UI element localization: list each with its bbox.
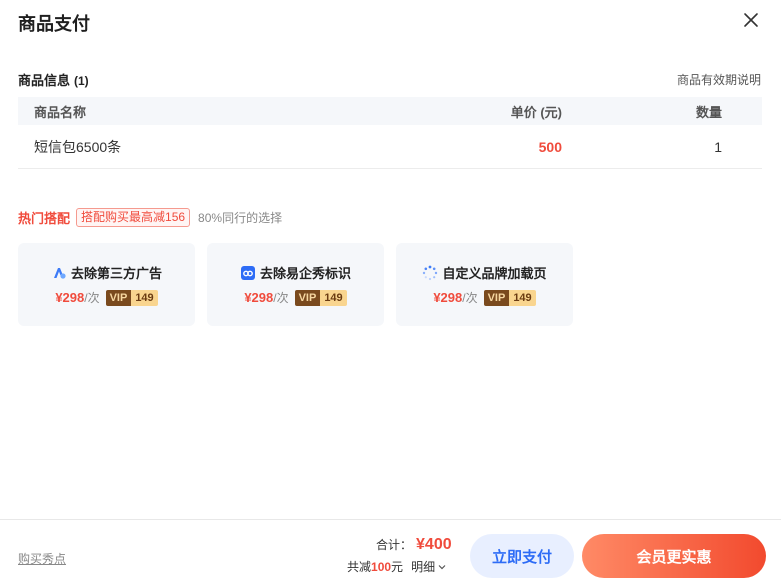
total-amount: ¥400 — [416, 536, 452, 553]
validity-link[interactable]: 商品有效期说明 — [677, 71, 761, 88]
product-count: (1) — [74, 74, 89, 88]
addon-title: 去除第三方广告 — [70, 266, 162, 281]
dialog-header: 商品支付 — [0, 0, 781, 44]
product-info-label: 商品信息 — [18, 73, 71, 88]
column-header-name: 商品名称 — [34, 104, 87, 120]
addon-unit: /次 — [462, 291, 478, 305]
vip-label: VIP — [294, 289, 321, 306]
vip-price: 149 — [320, 289, 347, 306]
product-table: 商品名称 单价 (元) 数量 短信包6500条 500 1 — [18, 97, 762, 169]
ad-remove-icon — [51, 265, 67, 281]
discount-suffix: 元 — [391, 560, 404, 574]
addon-card-loading-page[interactable]: 自定义品牌加载页 ¥298 /次 VIP 149 — [396, 243, 573, 326]
vip-price: 149 — [509, 289, 536, 306]
discount-line: 共减 100 元 明细 — [347, 558, 447, 575]
close-icon — [744, 13, 758, 27]
total-label: 合计： — [376, 538, 413, 552]
addon-price: ¥298 — [244, 290, 274, 305]
buy-points-link[interactable]: 购买秀点 — [18, 550, 66, 567]
vip-price-badge: VIP 149 — [294, 289, 347, 306]
loading-page-icon — [422, 265, 438, 281]
addon-title: 去除易企秀标识 — [259, 266, 351, 281]
addon-cards: 去除第三方广告 ¥298 /次 VIP149 去除易企秀标识 ¥298 /次 — [18, 243, 585, 326]
hot-title: 热门搭配 — [18, 211, 71, 226]
hot-section-header: 热门搭配 搭配购买最高减156 80%同行的选择 — [18, 208, 282, 227]
product-qty: 1 — [714, 138, 722, 155]
product-price: 500 — [538, 138, 562, 155]
addon-price: ¥298 — [433, 290, 463, 305]
product-info-title: 商品信息 (1) — [18, 70, 89, 89]
page-title: 商品支付 — [18, 14, 90, 34]
promo-badge: 搭配购买最高减156 — [76, 208, 191, 227]
addon-card-ad-remove[interactable]: 去除第三方广告 ¥298 /次 VIP 149 — [18, 243, 195, 326]
total-line: 合计： ¥400 — [376, 536, 452, 554]
discount-value: 100 — [371, 559, 392, 574]
vip-price-badge: VIP 149 — [483, 289, 536, 306]
detail-label: 明细 — [411, 560, 436, 574]
vip-label: VIP — [105, 289, 132, 306]
addon-card-logo-remove[interactable]: 去除易企秀标识 ¥298 /次 VIP 149 — [207, 243, 384, 326]
checkout-footer: 购买秀点 合计： ¥400 共减 100 元 明细 立即支付 会员更实惠 — [0, 519, 781, 586]
detail-toggle[interactable]: 明细 — [411, 558, 447, 575]
addon-price: ¥298 — [55, 290, 85, 305]
vip-price-badge: VIP 149 — [105, 289, 158, 306]
chevron-down-icon — [438, 564, 446, 569]
close-button[interactable] — [741, 8, 761, 32]
table-header: 商品名称 单价 (元) 数量 — [18, 97, 762, 125]
table-row: 短信包6500条 500 1 — [18, 125, 762, 169]
hot-subtitle: 80%同行的选择 — [198, 211, 283, 225]
vip-price: 149 — [131, 289, 158, 306]
pay-now-button[interactable]: 立即支付 — [470, 534, 574, 578]
addon-unit: /次 — [84, 291, 100, 305]
vip-label: VIP — [483, 289, 510, 306]
product-name: 短信包6500条 — [34, 138, 122, 155]
column-header-price: 单价 (元) — [510, 104, 562, 120]
addon-title: 自定义品牌加载页 — [442, 266, 547, 281]
logo-remove-icon — [240, 265, 256, 281]
addon-unit: /次 — [273, 291, 289, 305]
vip-offer-button[interactable]: 会员更实惠 — [582, 534, 766, 578]
discount-prefix: 共减 — [347, 560, 372, 574]
column-header-qty: 数量 — [695, 104, 722, 120]
